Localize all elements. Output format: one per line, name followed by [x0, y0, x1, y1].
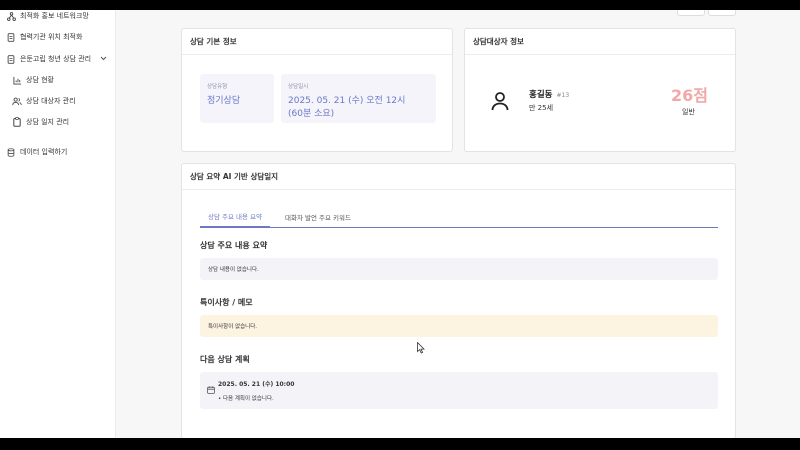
calendar-icon — [207, 379, 215, 398]
client-name: 홍길동 — [529, 90, 553, 100]
ai-summary-card: 상담 요약 AI 기반 상담일지 상담 주요 내용 요약 대화자 발언 주요 키… — [181, 163, 736, 438]
counseling-datetime-label: 상담일시 — [288, 84, 309, 90]
sidebar: 최적화 홍보 네트워크망 협력기관 위치 최적화 은둔고립 청년 상담 관리 상… — [0, 10, 116, 438]
summary-tabs: 상담 주요 내용 요약 대화자 발언 주요 키워드 — [200, 206, 718, 228]
plan-box: 2025. 05. 21 (수) 10:00 • 다음 계획이 없습니다. — [200, 372, 718, 409]
sidebar-item-label: 상담 일지 관리 — [26, 118, 70, 126]
notes-box: 특이사항이 없습니다. — [200, 315, 718, 337]
sidebar-item-youth-counseling[interactable]: 은둔고립 청년 상담 관리 — [6, 50, 109, 68]
database-icon — [6, 147, 16, 157]
client-level: 일반 — [682, 108, 695, 116]
sidebar-item-label: 데이터 입력하기 — [20, 148, 68, 156]
user-icon — [491, 91, 509, 115]
plan-section-title: 다음 상담 계획 — [200, 355, 250, 364]
client-score: 26점 — [671, 86, 708, 105]
sidebar-item-logs[interactable]: 상담 일지 관리 — [12, 113, 109, 131]
counseling-datetime-box: 상담일시 2025. 05. 21 (수) 오전 12시 (60분 소요) — [281, 74, 436, 123]
network-icon — [6, 11, 16, 21]
users-icon — [12, 96, 22, 106]
summary-section-title: 상담 주요 내용 요약 — [200, 241, 268, 250]
app-viewport: 최적화 홍보 네트워크망 협력기관 위치 최적화 은둔고립 청년 상담 관리 상… — [0, 10, 800, 438]
summary-box: 상담 내용이 없습니다. — [200, 258, 718, 280]
summary-text: 상담 내용이 없습니다. — [208, 267, 259, 273]
notes-section-title: 특이사항 / 메모 — [200, 298, 253, 307]
mouse-cursor-icon — [417, 339, 425, 358]
notes-text: 특이사항이 없습니다. — [208, 324, 258, 330]
document-icon — [6, 32, 16, 42]
sidebar-item-label: 은둔고립 청년 상담 관리 — [20, 55, 92, 63]
header-action-button[interactable] — [708, 10, 736, 16]
sidebar-item-status[interactable]: 상담 현황 — [12, 71, 109, 89]
sidebar-item-label: 협력기관 위치 최적화 — [20, 33, 83, 41]
header-action-button[interactable] — [677, 10, 705, 16]
sidebar-item-clients[interactable]: 상담 대상자 관리 — [12, 92, 109, 110]
tab-keywords[interactable]: 대화자 발언 주요 키워드 — [278, 206, 358, 228]
sidebar-item-label: 최적화 홍보 네트워크망 — [20, 12, 89, 20]
client-info-card: 상담대상자 정보 홍길동 #13 만 25세 26점 일반 — [464, 28, 736, 152]
plan-date: 2025. 05. 21 (수) 10:00 — [218, 381, 295, 388]
client-name-row: 홍길동 #13 — [529, 88, 569, 100]
client-age: 만 25세 — [529, 104, 554, 112]
counseling-datetime-value: 2025. 05. 21 (수) 오전 12시 — [288, 96, 406, 106]
basic-info-card: 상담 기본 정보 상담유형 정기상담 상담일시 2025. 05. 21 (수)… — [181, 28, 453, 152]
counseling-type-box: 상담유형 정기상담 — [200, 74, 274, 123]
clipboard-icon — [12, 117, 22, 127]
sidebar-item-network[interactable]: 최적화 홍보 네트워크망 — [6, 10, 109, 25]
sidebar-item-label: 상담 대상자 관리 — [26, 97, 76, 105]
plan-text: • 다음 계획이 없습니다. — [218, 396, 274, 402]
sidebar-item-label: 상담 현황 — [26, 76, 54, 84]
chart-icon — [12, 75, 22, 85]
sidebar-item-partner-location[interactable]: 협력기관 위치 최적화 — [6, 28, 109, 46]
card-title: 상담 요약 AI 기반 상담일지 — [182, 164, 735, 190]
sidebar-item-data-input[interactable]: 데이터 입력하기 — [6, 143, 109, 161]
document-icon — [6, 54, 16, 64]
client-id-tag: #13 — [556, 92, 570, 99]
counseling-duration-value: (60분 소요) — [288, 109, 335, 119]
card-title: 상담 기본 정보 — [182, 29, 452, 55]
tab-main-summary[interactable]: 상담 주요 내용 요약 — [200, 206, 270, 228]
chevron-down-icon[interactable] — [100, 55, 107, 63]
counseling-type-value: 정기상담 — [207, 96, 241, 106]
counseling-type-label: 상담유형 — [207, 84, 228, 90]
card-title: 상담대상자 정보 — [465, 29, 735, 55]
